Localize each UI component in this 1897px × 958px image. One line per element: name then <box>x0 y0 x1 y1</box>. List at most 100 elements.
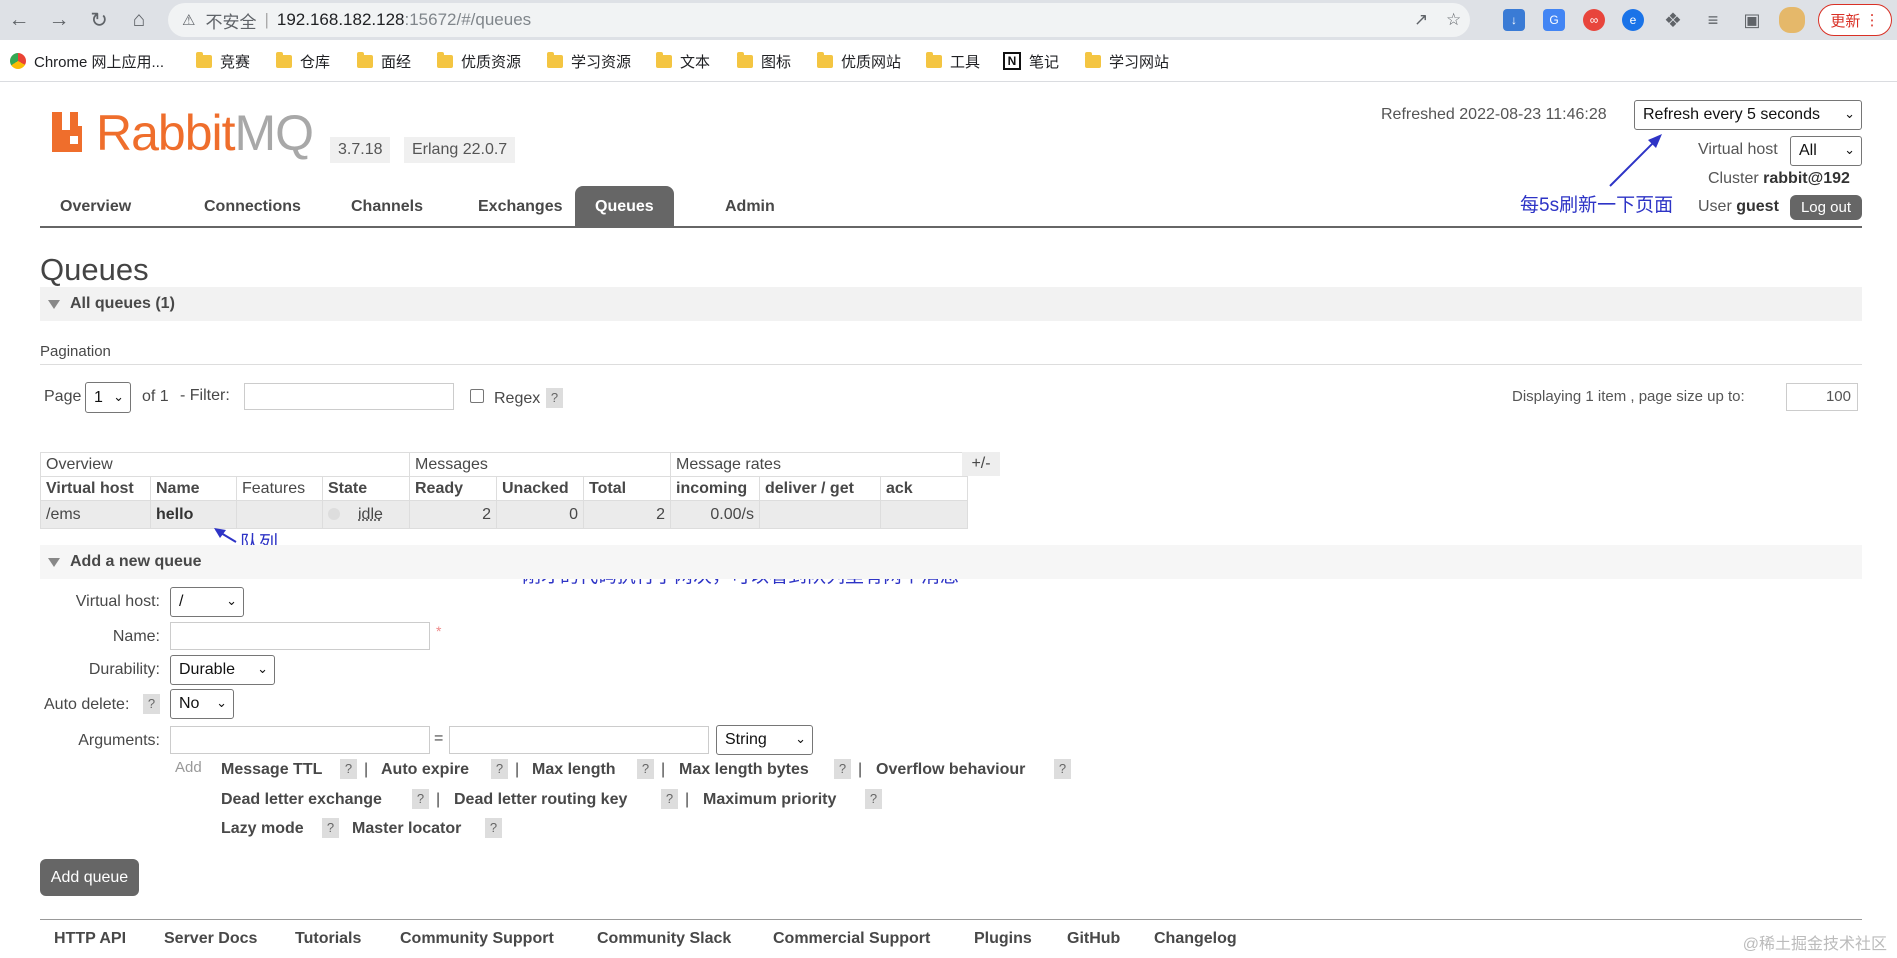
autodelete-help[interactable]: ? <box>143 694 160 714</box>
help-icon[interactable]: ? <box>661 789 678 809</box>
bookmark-notion[interactable]: N 笔记 <box>1003 49 1059 73</box>
arg-dead-letter-exchange[interactable]: Dead letter exchange <box>221 791 382 809</box>
bookmark-chrome-store[interactable]: Chrome 网上应用... <box>10 49 164 73</box>
help-icon[interactable]: ? <box>834 759 851 779</box>
bookmark-folder[interactable]: 学习资源 <box>547 49 631 73</box>
bookmark-folder[interactable]: 竞赛 <box>196 49 250 73</box>
columns-toggle-button[interactable]: +/- <box>962 452 1000 476</box>
add-label: Add <box>175 759 202 776</box>
bookmark-folder[interactable]: 优质资源 <box>437 49 521 73</box>
footer-link-github[interactable]: GitHub <box>1067 930 1120 948</box>
cell-unacked: 0 <box>496 500 584 529</box>
tab-connections[interactable]: Connections <box>184 186 321 227</box>
tab-overview[interactable]: Overview <box>40 186 151 227</box>
add-queue-section[interactable]: Add a new queue <box>40 545 1862 579</box>
help-icon[interactable]: ? <box>322 818 339 838</box>
bookmark-folder[interactable]: 图标 <box>737 49 791 73</box>
footer-link-plugins[interactable]: Plugins <box>974 930 1032 948</box>
regex-help[interactable]: ? <box>546 388 563 408</box>
footer-link-changelog[interactable]: Changelog <box>1154 930 1237 948</box>
table-row[interactable]: /ems hello idle 2 0 2 0.00/s <box>40 500 968 529</box>
footer-link-tutorials[interactable]: Tutorials <box>295 930 361 948</box>
all-queues-section[interactable]: All queues (1) <box>40 287 1862 321</box>
help-icon[interactable]: ? <box>865 789 882 809</box>
arg-master-locator[interactable]: Master locator <box>352 820 461 838</box>
help-icon[interactable]: ? <box>340 759 357 779</box>
annotation-arrow <box>214 528 237 543</box>
durability-label: Durability: <box>88 661 160 678</box>
separator: | <box>661 761 666 778</box>
update-button[interactable]: 更新 ⋮ <box>1818 4 1892 36</box>
vhost-select[interactable]: All ⌄ <box>1790 136 1862 166</box>
help-icon[interactable]: ? <box>485 818 502 838</box>
tab-exchanges[interactable]: Exchanges <box>458 186 582 227</box>
tab-admin[interactable]: Admin <box>705 186 795 227</box>
arg-message-ttl[interactable]: Message TTL <box>221 761 322 779</box>
autodelete-select[interactable]: No ⌄ <box>170 689 234 719</box>
sidepanel-icon[interactable]: ▣ <box>1741 9 1763 31</box>
logout-button[interactable]: Log out <box>1790 195 1862 220</box>
footer-link-community-support[interactable]: Community Support <box>400 930 554 948</box>
chevron-down-icon: ⌄ <box>113 388 124 404</box>
arg-lazy-mode[interactable]: Lazy mode <box>221 820 304 838</box>
col-ready: Ready <box>409 476 497 501</box>
bookmark-folder[interactable]: 仓库 <box>276 49 330 73</box>
bookmark-folder[interactable]: 工具 <box>926 49 980 73</box>
regex-label: Regex <box>494 390 541 407</box>
puzzle-icon[interactable]: ❖ <box>1662 9 1684 32</box>
cell-incoming: 0.00/s <box>670 500 760 529</box>
arg-max-length[interactable]: Max length <box>532 761 616 779</box>
argument-type-select[interactable]: String ⌄ <box>716 725 813 755</box>
refresh-interval-select[interactable]: Refresh every 5 seconds ⌄ <box>1634 100 1862 130</box>
forward-icon[interactable]: → <box>42 3 76 37</box>
durability-select[interactable]: Durable ⌄ <box>170 655 275 685</box>
filter-label: - Filter: <box>180 387 230 404</box>
address-bar[interactable]: ⚠ 不安全 | 192.168.182.128:15672/#/queues ↗… <box>168 3 1470 37</box>
bookmark-folder[interactable]: 文本 <box>656 49 710 73</box>
edge-extension-icon[interactable]: e <box>1622 9 1644 31</box>
footer-link-commercial-support[interactable]: Commercial Support <box>773 930 930 948</box>
argument-value-input[interactable] <box>449 726 709 754</box>
rabbitmq-logo[interactable]: RabbitMQ <box>50 105 314 161</box>
add-queue-button[interactable]: Add queue <box>40 859 139 896</box>
vhost-field-select[interactable]: / ⌄ <box>170 587 244 617</box>
arg-overflow-behaviour[interactable]: Overflow behaviour <box>876 761 1025 779</box>
argument-key-input[interactable] <box>170 726 430 754</box>
translate-extension-icon[interactable]: G <box>1543 9 1565 31</box>
logo-text: RabbitMQ <box>96 105 314 161</box>
avatar[interactable] <box>1779 7 1805 33</box>
tab-channels[interactable]: Channels <box>331 186 443 227</box>
star-icon[interactable]: ☆ <box>1446 10 1461 30</box>
page-select[interactable]: 1 ⌄ <box>85 382 131 413</box>
tab-queues[interactable]: Queues <box>575 186 674 227</box>
reload-icon[interactable]: ↻ <box>82 3 116 37</box>
back-icon[interactable]: ← <box>2 3 36 37</box>
filter-input[interactable] <box>244 383 454 410</box>
chevron-down-icon: ⌄ <box>226 593 237 609</box>
footer-link-http-api[interactable]: HTTP API <box>54 930 126 948</box>
page-size-input[interactable]: 100 <box>1786 383 1858 411</box>
home-icon[interactable]: ⌂ <box>122 3 156 37</box>
arg-max-length-bytes[interactable]: Max length bytes <box>679 761 809 779</box>
bookmark-folder[interactable]: 面经 <box>357 49 411 73</box>
share-icon[interactable]: ↗ <box>1414 10 1428 30</box>
bookmark-folder[interactable]: 优质网站 <box>817 49 901 73</box>
download-extension-icon[interactable]: ↓ <box>1503 9 1525 31</box>
collapse-triangle-icon <box>48 557 60 567</box>
queue-name-link[interactable]: hello <box>150 500 237 529</box>
help-icon[interactable]: ? <box>637 759 654 779</box>
required-mark: * <box>436 623 442 639</box>
help-icon[interactable]: ? <box>1054 759 1071 779</box>
regex-checkbox[interactable] <box>470 389 484 403</box>
footer-link-community-slack[interactable]: Community Slack <box>597 930 731 948</box>
infinity-extension-icon[interactable]: ∞ <box>1583 9 1605 31</box>
arg-maximum-priority[interactable]: Maximum priority <box>703 791 836 809</box>
help-icon[interactable]: ? <box>491 759 508 779</box>
bookmark-folder[interactable]: 学习网站 <box>1085 49 1169 73</box>
queue-name-input[interactable] <box>170 622 430 650</box>
arg-dead-letter-routing-key[interactable]: Dead letter routing key <box>454 791 627 809</box>
footer-link-server-docs[interactable]: Server Docs <box>164 930 257 948</box>
help-icon[interactable]: ? <box>412 789 429 809</box>
arg-auto-expire[interactable]: Auto expire <box>381 761 469 779</box>
reading-list-icon[interactable]: ≡ <box>1702 9 1724 31</box>
